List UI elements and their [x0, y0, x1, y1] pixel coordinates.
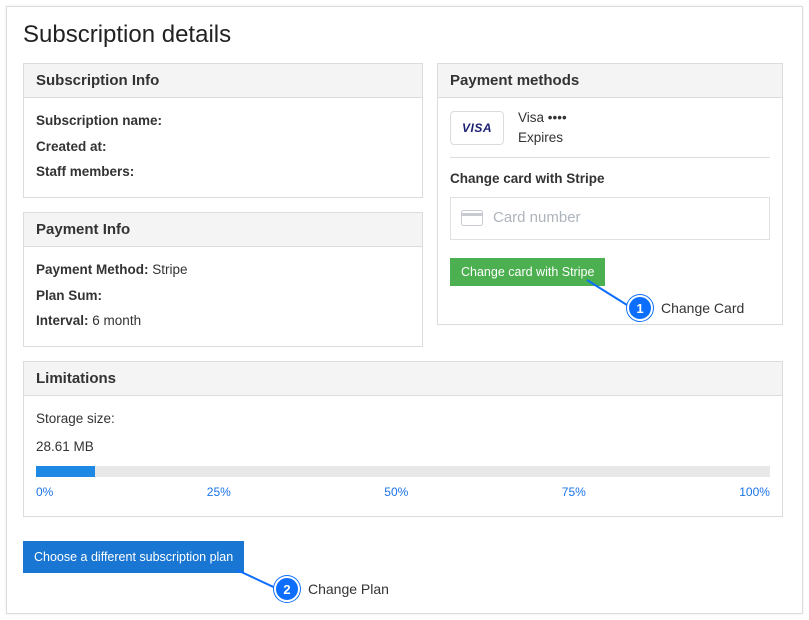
interval-label: Interval: — [36, 313, 89, 328]
visa-icon: VISA — [450, 111, 504, 145]
interval-row: Interval: 6 month — [36, 308, 410, 334]
limitations-body: Storage size: 28.61 MB 0% 25% 50% 75% 10… — [24, 396, 782, 516]
callout-1-text: Change Card — [661, 300, 744, 316]
callout-2: 2 Change Plan — [274, 576, 389, 602]
left-column: Subscription Info Subscription name: Cre… — [23, 63, 423, 361]
callout-1-number: 1 — [627, 295, 653, 321]
storage-progress-bar — [36, 466, 770, 477]
card-expires: Expires — [518, 128, 567, 148]
callout-2-number: 2 — [274, 576, 300, 602]
saved-card-info: Visa •••• Expires — [518, 108, 567, 149]
card-number-input[interactable]: Card number — [450, 197, 770, 240]
payment-info-panel: Payment Info Payment Method: Stripe Plan… — [23, 212, 423, 347]
payment-method-value: Stripe — [152, 262, 187, 277]
change-card-header: Change card with Stripe — [450, 166, 770, 192]
card-brand-last4: Visa •••• — [518, 108, 567, 128]
subscription-name-label: Subscription name: — [36, 113, 162, 128]
callout-2-text: Change Plan — [308, 581, 389, 597]
interval-value: 6 month — [92, 313, 141, 328]
plan-sum-row: Plan Sum: — [36, 283, 410, 309]
page-title: Subscription details — [23, 21, 786, 49]
created-at-label: Created at: — [36, 139, 107, 154]
credit-card-icon — [461, 210, 483, 226]
payment-info-body: Payment Method: Stripe Plan Sum: Interva… — [24, 247, 422, 346]
tick-50: 50% — [384, 481, 408, 504]
storage-size-label: Storage size: — [36, 406, 770, 432]
subscription-info-header: Subscription Info — [24, 64, 422, 98]
staff-members-label: Staff members: — [36, 164, 134, 179]
payment-info-header: Payment Info — [24, 213, 422, 247]
tick-25: 25% — [207, 481, 231, 504]
payment-methods-header: Payment methods — [438, 64, 782, 98]
tick-0: 0% — [36, 481, 53, 504]
storage-ticks: 0% 25% 50% 75% 100% — [36, 481, 770, 504]
subscription-name-row: Subscription name: — [36, 108, 410, 134]
payment-methods-body: VISA Visa •••• Expires Change card with … — [438, 98, 782, 324]
choose-plan-button[interactable]: Choose a different subscription plan — [23, 541, 244, 573]
change-card-button[interactable]: Change card with Stripe — [450, 258, 605, 286]
card-number-placeholder: Card number — [493, 204, 581, 233]
divider — [450, 157, 770, 158]
subscription-details-page: Subscription details Subscription Info S… — [6, 6, 803, 614]
staff-members-row: Staff members: — [36, 159, 410, 185]
payment-method-label: Payment Method: — [36, 262, 149, 277]
created-at-row: Created at: — [36, 134, 410, 160]
limitations-panel: Limitations Storage size: 28.61 MB 0% 25… — [23, 361, 783, 517]
subscription-info-panel: Subscription Info Subscription name: Cre… — [23, 63, 423, 198]
subscription-info-body: Subscription name: Created at: Staff mem… — [24, 98, 422, 197]
saved-card: VISA Visa •••• Expires — [450, 108, 770, 149]
storage-progress-fill — [36, 466, 95, 477]
payment-methods-panel: Payment methods VISA Visa •••• Expires C… — [437, 63, 783, 325]
plan-sum-label: Plan Sum: — [36, 288, 102, 303]
tick-75: 75% — [562, 481, 586, 504]
callout-2-line — [237, 569, 280, 590]
tick-100: 100% — [739, 481, 770, 504]
callout-1: 1 Change Card — [627, 295, 744, 321]
storage-size-value: 28.61 MB — [36, 434, 770, 460]
payment-method-row: Payment Method: Stripe — [36, 257, 410, 283]
limitations-header: Limitations — [24, 362, 782, 396]
